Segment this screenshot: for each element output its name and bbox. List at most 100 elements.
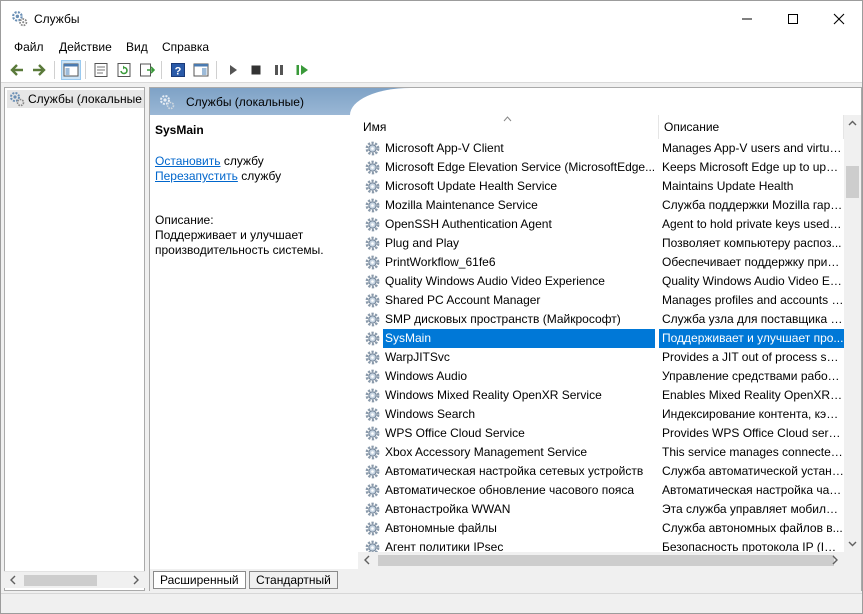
help-button[interactable]: ?: [168, 60, 188, 80]
table-row[interactable]: SMP дисковых пространств (Майкрософт) Слу…: [358, 310, 844, 329]
table-row[interactable]: Автоматическое обновление часового пояса…: [358, 481, 844, 500]
scroll-up-icon[interactable]: [848, 119, 857, 128]
scroll-thumb[interactable]: [378, 555, 834, 566]
tree-item-services-local[interactable]: Службы (локальные: [7, 90, 144, 108]
properties-button[interactable]: [91, 60, 111, 80]
table-row[interactable]: Автономные файлы Служба автономных файлов…: [358, 519, 844, 538]
console-tree: Службы (локальные: [4, 87, 145, 591]
service-description-cell: Управление средствами работы...: [662, 369, 844, 383]
service-name-cell: Quality Windows Audio Video Experience: [385, 274, 605, 288]
back-button[interactable]: [7, 60, 27, 80]
service-description-cell: Эта служба управляет мобильн...: [662, 502, 844, 516]
scroll-thumb[interactable]: [24, 575, 97, 586]
gear-icon: [10, 92, 25, 107]
pane-title: Службы (локальные): [186, 95, 304, 109]
restart-service-button[interactable]: [292, 60, 312, 80]
service-description-cell: Provides WPS Office Cloud servic...: [662, 426, 844, 440]
table-row[interactable]: WarpJITSvc Provides a JIT out of process …: [358, 348, 844, 367]
show-hide-console-tree-button[interactable]: [61, 60, 81, 80]
table-row[interactable]: Quality Windows Audio Video Experience Qu…: [358, 272, 844, 291]
table-row[interactable]: Xbox Accessory Management Service This se…: [358, 443, 844, 462]
table-row[interactable]: Автонастройка WWAN Эта служба управляет м…: [358, 500, 844, 519]
menu-help[interactable]: Справка: [162, 40, 209, 54]
tab-standard[interactable]: Стандартный: [249, 571, 338, 589]
list-horizontal-scrollbar[interactable]: [358, 552, 844, 569]
service-name-cell: Автоматическое обновление часового пояса: [385, 483, 635, 497]
scroll-left-icon[interactable]: [8, 575, 18, 585]
service-description-cell: Manages profiles and accounts o...: [662, 293, 844, 307]
window-title: Службы: [34, 12, 80, 26]
list-vertical-scrollbar[interactable]: [844, 115, 861, 552]
service-name-cell: Shared PC Account Manager: [385, 293, 541, 307]
restart-service-link[interactable]: Перезапустить: [155, 169, 238, 183]
table-row[interactable]: SysMain Поддерживает и улучшает про...: [358, 329, 844, 348]
table-row[interactable]: Автоматическая настройка сетевых устройс…: [358, 462, 844, 481]
table-row[interactable]: Windows Mixed Reality OpenXR Service Enab…: [358, 386, 844, 405]
services-window: Службы Файл Действие Вид Справка ? Служб…: [0, 0, 863, 614]
table-row[interactable]: Plug and Play Позволяет компьютеру распоз…: [358, 234, 844, 253]
service-gear-icon: [364, 444, 381, 461]
export-icon: [140, 63, 155, 77]
action-pane-button[interactable]: [191, 60, 211, 80]
column-header-description[interactable]: Описание: [659, 115, 844, 139]
description-text: Поддерживает и улучшает производительнос…: [155, 228, 324, 257]
service-gear-icon: [364, 292, 381, 309]
service-gear-icon: [364, 197, 381, 214]
menu-action[interactable]: Действие: [59, 40, 112, 54]
scroll-down-icon[interactable]: [848, 539, 857, 548]
table-row[interactable]: Windows Audio Управление средствами работ…: [358, 367, 844, 386]
service-gear-icon: [364, 235, 381, 252]
table-row[interactable]: PrintWorkflow_61fe6 Обеспечивает поддержк…: [358, 253, 844, 272]
restart-service-row: Перезапустить службу: [155, 169, 281, 183]
table-row[interactable]: Windows Search Индексирование контента, к…: [358, 405, 844, 424]
service-gear-icon: [364, 463, 381, 480]
service-gear-icon: [364, 216, 381, 233]
table-row[interactable]: WPS Office Cloud Service Provides WPS Off…: [358, 424, 844, 443]
scroll-left-icon[interactable]: [362, 555, 372, 565]
services-pane: Службы (локальные) SysMain Остановить сл…: [149, 87, 862, 591]
service-gear-icon: [364, 406, 381, 423]
stop-icon: [251, 65, 261, 75]
service-gear-icon: [364, 140, 381, 157]
scroll-right-icon[interactable]: [131, 575, 141, 585]
table-row[interactable]: Microsoft Update Health Service Maintains…: [358, 177, 844, 196]
forward-button[interactable]: [29, 60, 49, 80]
table-row[interactable]: OpenSSH Authentication Agent Agent to hol…: [358, 215, 844, 234]
service-description-cell: Поддерживает и улучшает про...: [659, 329, 844, 348]
service-name-cell: Windows Search: [385, 407, 476, 421]
service-description-cell: Служба поддержки Mozilla гара...: [662, 198, 844, 212]
tree-item-label: Службы (локальные: [28, 92, 142, 106]
pause-icon: [275, 65, 283, 75]
menu-view[interactable]: Вид: [126, 40, 148, 54]
console-tree-horizontal-scrollbar[interactable]: [4, 571, 145, 588]
service-gear-icon: [364, 387, 381, 404]
description-label: Описание:: [155, 213, 214, 227]
gear-icon: [160, 95, 175, 110]
view-tabs: Расширенный Стандартный: [150, 569, 861, 591]
title-bar[interactable]: Службы: [1, 1, 862, 37]
table-row[interactable]: Mozilla Maintenance Service Служба поддер…: [358, 196, 844, 215]
export-list-button[interactable]: [137, 60, 157, 80]
column-header-name[interactable]: Имя: [358, 115, 659, 139]
menu-file[interactable]: Файл: [14, 40, 44, 54]
stop-service-link[interactable]: Остановить: [155, 154, 221, 168]
service-description-cell: Maintains Update Health: [662, 179, 794, 193]
service-description-cell: Служба автономных файлов в...: [662, 521, 843, 535]
table-row[interactable]: Shared PC Account Manager Manages profile…: [358, 291, 844, 310]
toolbar: ?: [1, 57, 862, 83]
refresh-button[interactable]: [114, 60, 134, 80]
scroll-thumb[interactable]: [846, 166, 859, 198]
table-row[interactable]: Microsoft App-V Client Manages App-V user…: [358, 139, 844, 158]
tab-extended[interactable]: Расширенный: [153, 571, 246, 589]
maximize-button[interactable]: [770, 1, 816, 37]
close-button[interactable]: [816, 1, 862, 37]
minimize-button[interactable]: [724, 1, 770, 37]
scroll-right-icon[interactable]: [830, 555, 840, 565]
table-row[interactable]: Microsoft Edge Elevation Service (Micros…: [358, 158, 844, 177]
pause-service-button[interactable]: [269, 60, 289, 80]
play-icon: [230, 65, 237, 75]
table-row[interactable]: Агент политики IPsec Безопасность протоко…: [358, 538, 844, 552]
stop-service-button[interactable]: [246, 60, 266, 80]
start-service-button[interactable]: [223, 60, 243, 80]
service-gear-icon: [364, 520, 381, 537]
